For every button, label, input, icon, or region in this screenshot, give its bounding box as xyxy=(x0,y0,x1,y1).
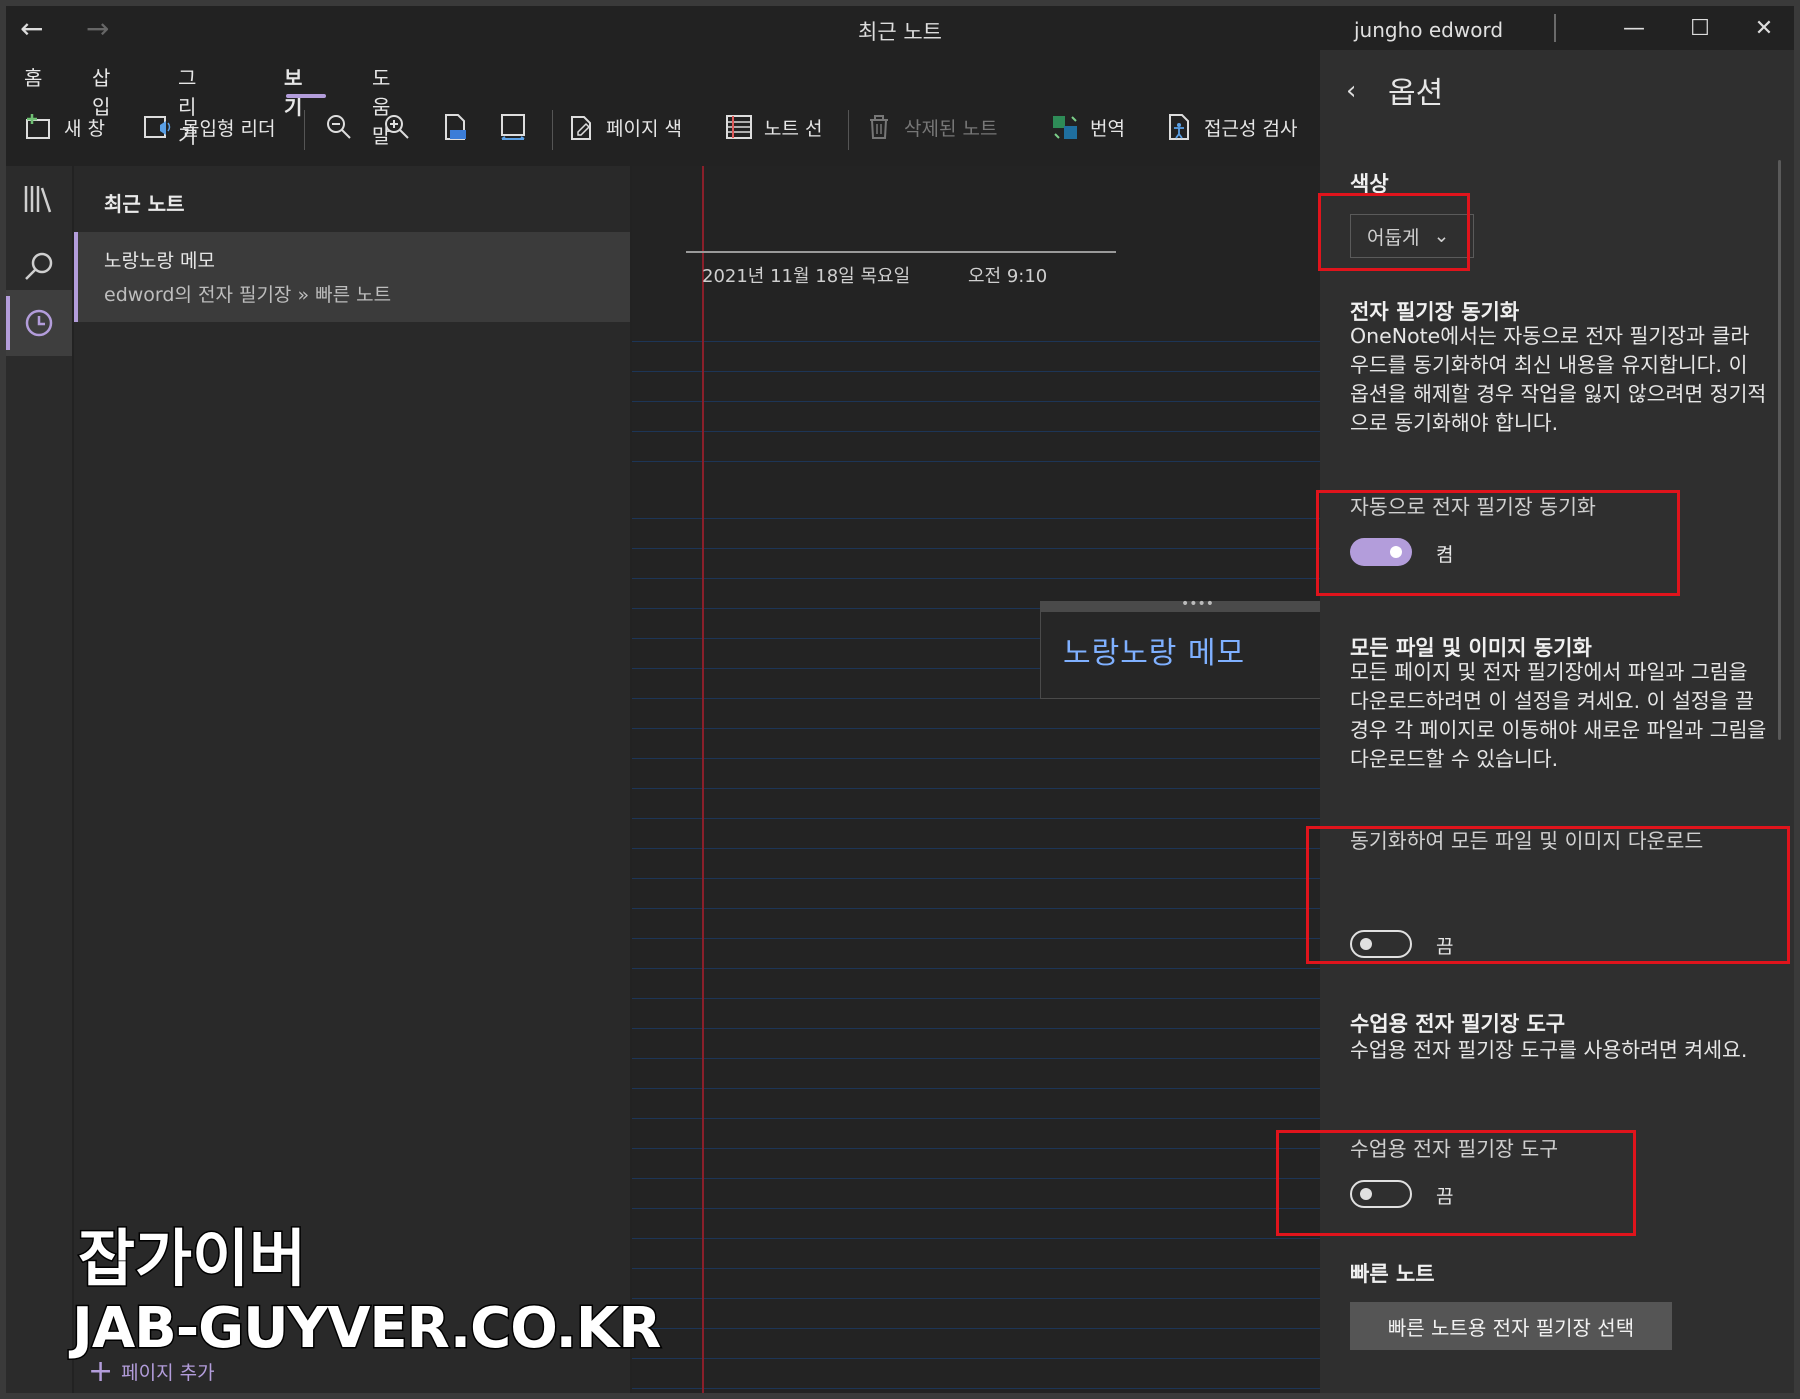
zoom-100-button[interactable] xyxy=(440,112,470,142)
tab-home[interactable]: 홈 xyxy=(24,62,42,91)
maximize-icon[interactable]: ☐ xyxy=(1670,10,1730,46)
list-item-title: 노랑노랑 메모 xyxy=(104,250,215,272)
page-color-button[interactable]: 페이지 색 xyxy=(566,112,682,142)
annotation-box xyxy=(1318,193,1470,271)
immersive-reader-icon xyxy=(144,116,171,138)
options-title: 옵션 xyxy=(1388,76,1444,111)
deleted-notes-label: 삭제된 노트 xyxy=(904,117,998,140)
annotation-box xyxy=(1316,490,1680,596)
zoom-100-icon xyxy=(445,114,466,140)
sync-description: OneNote에서는 자동으로 전자 필기장과 클라우드를 동기화하여 최신 내… xyxy=(1350,324,1767,435)
zoom-in-icon xyxy=(385,115,409,139)
title-separator xyxy=(1554,14,1556,42)
accessibility-check-icon xyxy=(1169,114,1189,140)
accessibility-checker-button[interactable]: 접근성 검사 xyxy=(1164,112,1297,142)
search-icon[interactable] xyxy=(20,248,58,286)
ribbon-toolbar: 새 창 몰입형 리더 페이지 색 노트 선 삭제된 노트 번역 접근성 검사 xyxy=(6,102,1316,156)
deleted-notes-button[interactable]: 삭제된 노트 xyxy=(864,112,997,142)
translate-icon xyxy=(1053,116,1077,139)
close-icon[interactable]: ✕ xyxy=(1734,10,1794,46)
watermark-url: JAB-GUYVER.CO.KR xyxy=(70,1295,662,1363)
onenote-window: ← → 최근 노트 jungho edword — ☐ ✕ 홈 삽입 그리기 보… xyxy=(6,6,1794,1393)
class-tools-heading: 수업용 전자 필기장 도구 xyxy=(1350,1012,1566,1036)
page-date: 2021년 11월 18일 목요일 xyxy=(702,266,911,287)
zoom-out-icon xyxy=(327,115,351,139)
page-color-icon xyxy=(571,116,591,140)
page-width-icon xyxy=(501,114,525,140)
note-text[interactable]: 노랑노랑 메모 xyxy=(1063,628,1245,672)
zoom-out-button[interactable] xyxy=(324,112,354,142)
rule-lines-label: 노트 선 xyxy=(764,117,823,140)
new-window-label: 새 창 xyxy=(64,117,105,140)
rule-lines-button[interactable]: 노트 선 xyxy=(724,112,822,142)
page-title-underline xyxy=(686,251,1116,253)
margin-line xyxy=(702,166,704,1393)
files-sync-description: 모든 페이지 및 전자 필기장에서 파일과 그림을 다운로드하려면 이 설정을 … xyxy=(1350,660,1767,771)
select-quick-notes-notebook-button[interactable]: 빠른 노트용 전자 필기장 선택 xyxy=(1350,1302,1672,1350)
translate-button[interactable]: 번역 xyxy=(1050,112,1125,142)
toolbar-separator xyxy=(552,110,553,150)
immersive-reader-label: 몰입형 리더 xyxy=(182,117,276,140)
notebooks-icon[interactable] xyxy=(20,180,58,218)
list-title: 최근 노트 xyxy=(104,192,185,216)
minimize-icon[interactable]: — xyxy=(1604,10,1664,46)
rule-lines-icon xyxy=(726,115,752,139)
class-tools-description: 수업용 전자 필기장 도구를 사용하려면 켜세요. xyxy=(1350,1038,1748,1062)
page-width-button[interactable] xyxy=(498,112,528,142)
trash-icon xyxy=(870,115,888,139)
quick-notes-heading: 빠른 노트 xyxy=(1350,1262,1435,1286)
page-time: 오전 9:10 xyxy=(968,266,1048,287)
annotation-box xyxy=(1276,1130,1636,1236)
new-window-icon xyxy=(26,114,50,139)
note-drag-handle[interactable]: •••• xyxy=(1041,596,1326,612)
active-tab-indicator xyxy=(286,94,326,98)
selected-item-indicator xyxy=(74,232,78,322)
user-name[interactable]: jungho edword xyxy=(1354,18,1503,42)
page-canvas[interactable]: 2021년 11월 18일 목요일 오전 9:10 •••• 노랑노랑 메모 xyxy=(632,166,1326,1393)
add-page-label: 페이지 추가 xyxy=(121,1362,215,1384)
list-item-path: edword의 전자 필기장 » 빠른 노트 xyxy=(104,284,392,306)
toolbar-separator xyxy=(848,110,849,150)
note-container[interactable]: •••• 노랑노랑 메모 xyxy=(1040,596,1326,699)
immersive-reader-button[interactable]: 몰입형 리더 xyxy=(142,112,275,142)
recent-notes-clock-icon[interactable] xyxy=(20,304,58,342)
translate-label: 번역 xyxy=(1090,117,1125,140)
title-bar: ← → 최근 노트 jungho edword — ☐ ✕ xyxy=(6,6,1794,50)
rail-active-indicator xyxy=(6,296,10,350)
zoom-in-button[interactable] xyxy=(382,112,412,142)
panel-scrollbar[interactable] xyxy=(1778,160,1781,740)
page-color-label: 페이지 색 xyxy=(606,117,682,140)
window-title: 최근 노트 xyxy=(858,20,942,44)
accessibility-checker-label: 접근성 검사 xyxy=(1204,117,1298,140)
chevron-left-icon[interactable]: ‹ xyxy=(1346,76,1356,106)
toolbar-separator xyxy=(304,110,305,150)
list-item[interactable]: 노랑노랑 메모 edword의 전자 필기장 » 빠른 노트 xyxy=(74,232,630,322)
annotation-box xyxy=(1306,826,1790,964)
watermark-title: 잡가이버 xyxy=(76,1221,307,1297)
drag-handle-icon: •••• xyxy=(1181,596,1215,612)
new-window-button[interactable]: 새 창 xyxy=(24,112,105,142)
